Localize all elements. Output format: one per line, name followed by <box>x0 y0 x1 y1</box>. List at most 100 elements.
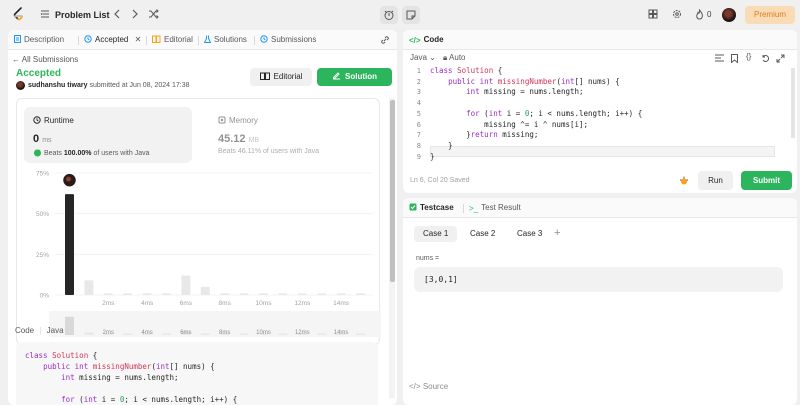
runtime-card[interactable]: Runtime 0 ms Beats 100.00% of users with… <box>24 107 192 163</box>
submission-status: Accepted <box>16 68 62 79</box>
brush-tick-label: 10ms <box>256 330 271 336</box>
code-editor[interactable]: class Solution { public int missingNumbe… <box>430 66 780 162</box>
runtime-unit: ms <box>42 137 52 144</box>
chart-bar <box>181 275 191 295</box>
editorial-button[interactable]: Editorial <box>250 68 312 86</box>
brush-tick-label: 12ms <box>295 330 310 336</box>
chart-bar <box>356 293 365 295</box>
tab-testcase[interactable]: Testcase <box>409 203 454 212</box>
braces-icon[interactable]: {} <box>746 52 751 61</box>
memory-card[interactable]: Memory 45.12 MB Beats 46.11% of users wi… <box>209 107 369 163</box>
x-tick-label: 14ms <box>333 300 350 307</box>
checkbox-icon <box>409 203 417 211</box>
run-button[interactable]: Run <box>698 171 733 190</box>
problem-list-title[interactable]: Problem List <box>55 10 110 20</box>
line-number: 4 <box>416 99 421 108</box>
line-numbers: 1 2 3 45 6 78 9 <box>409 66 421 162</box>
chevron-left-icon[interactable] <box>113 9 121 19</box>
tab-editorial[interactable]: Editorial <box>152 35 193 44</box>
chevron-down-icon: ⌄ <box>429 53 436 62</box>
code-line: public int missingNumber(int[] nums) { <box>448 76 620 86</box>
submitter-name[interactable]: sudhanshu tiwary <box>28 82 88 89</box>
all-submissions-link[interactable]: ← All Submissions <box>12 55 78 64</box>
close-icon[interactable]: ✕ <box>135 35 142 44</box>
submission-panel: Description Accepted ✕ Editorial Solutio… <box>8 30 397 405</box>
premium-button[interactable]: Premium <box>745 6 795 24</box>
code-tab-bar: </> Code <box>403 30 797 50</box>
case-tab-3[interactable]: Case 3 <box>508 226 551 242</box>
submit-button[interactable]: Submit <box>741 171 792 190</box>
chart-bar <box>239 293 249 295</box>
user-avatar[interactable] <box>722 8 736 22</box>
tab-code[interactable]: </> Code <box>409 35 444 45</box>
brush-bar <box>278 333 288 335</box>
layout-icon[interactable] <box>648 9 658 19</box>
code-line: public int missingNumber(int[] nums) { <box>43 362 215 371</box>
line-number: 5 <box>416 109 421 118</box>
notes-icon[interactable] <box>402 6 420 24</box>
y-tick-label: 25% <box>36 252 49 259</box>
code-line: for (int i = 0; i < nums.length; i++) { <box>466 108 643 118</box>
code-section-label: Code | Java <box>15 326 64 335</box>
bookmark-icon[interactable] <box>731 54 738 63</box>
shuffle-icon[interactable] <box>148 9 159 19</box>
x-tick-label: 4ms <box>141 300 154 307</box>
memory-value: 45.12 MB <box>218 133 259 145</box>
tab-solutions[interactable]: Solutions <box>204 35 247 44</box>
submitter-info: sudhanshu tiwary submitted at Jun 08, 20… <box>28 82 190 89</box>
brush-bar <box>84 332 94 335</box>
timer-icon[interactable] <box>380 6 398 24</box>
code-language: Java <box>46 326 64 335</box>
expand-icon[interactable] <box>776 54 785 63</box>
beats-badge-icon <box>33 148 42 157</box>
memory-title: Memory <box>218 116 258 125</box>
code-line: } <box>430 140 453 150</box>
code-line: } <box>430 151 435 161</box>
fire-icon[interactable] <box>695 9 704 20</box>
chevron-right-icon[interactable] <box>131 9 139 19</box>
chart-bar <box>200 286 210 295</box>
tab-test-result[interactable]: >_ Test Result <box>469 203 521 213</box>
leetcode-logo[interactable] <box>12 7 25 22</box>
submitted-time: submitted at Jun 08, 2024 17:38 <box>89 82 190 89</box>
debug-icon[interactable] <box>679 176 689 186</box>
brush-bar <box>356 333 365 335</box>
problem-list-icon[interactable] <box>40 9 50 19</box>
solution-button[interactable]: Solution <box>317 68 392 86</box>
brush-tick-label: 6ms <box>180 330 191 336</box>
x-tick-label: 10ms <box>256 300 273 307</box>
user-marker-detail <box>66 176 71 182</box>
chart-bar <box>220 293 230 295</box>
editor-scrollbar[interactable] <box>791 68 795 138</box>
case-tab-2[interactable]: Case 2 <box>461 226 504 242</box>
gear-icon[interactable] <box>672 9 682 19</box>
runtime-beats: Beats 100.00% of users with Java <box>33 148 149 157</box>
case-tab-1[interactable]: Case 1 <box>414 226 458 242</box>
flask-icon <box>204 35 211 43</box>
line-number: 6 <box>416 120 421 129</box>
link-icon[interactable] <box>380 35 390 45</box>
terminal-icon: >_ <box>469 204 479 213</box>
reset-icon[interactable] <box>761 54 770 63</box>
scrollbar-thumb[interactable] <box>390 100 395 282</box>
code-line: class Solution { <box>430 66 503 75</box>
memory-beats: Beats 46.11% of users with Java <box>218 148 320 155</box>
line-number: 9 <box>416 152 421 161</box>
source-link[interactable]: </> Source <box>409 382 448 391</box>
tab-accepted[interactable]: Accepted ✕ <box>84 35 141 44</box>
brush-bar <box>162 333 171 335</box>
add-case-icon[interactable]: + <box>554 227 560 239</box>
tab-description[interactable]: Description <box>14 35 64 44</box>
streak-count: 0 <box>707 10 712 19</box>
format-icon[interactable] <box>715 54 724 62</box>
auto-mode-toggle[interactable]: 🔒︎ Auto <box>443 53 466 63</box>
language-select[interactable]: Java ⌄ <box>410 53 436 62</box>
testcase-input[interactable]: [3,0,1] <box>414 267 783 292</box>
brush-bar <box>317 333 327 335</box>
avatar[interactable] <box>16 81 25 90</box>
y-tick-label: 0% <box>40 293 50 300</box>
brush-tick-label: 4ms <box>141 330 152 336</box>
brush-bar <box>239 333 249 335</box>
chip-icon <box>218 116 226 124</box>
tab-submissions[interactable]: Submissions <box>260 35 316 44</box>
